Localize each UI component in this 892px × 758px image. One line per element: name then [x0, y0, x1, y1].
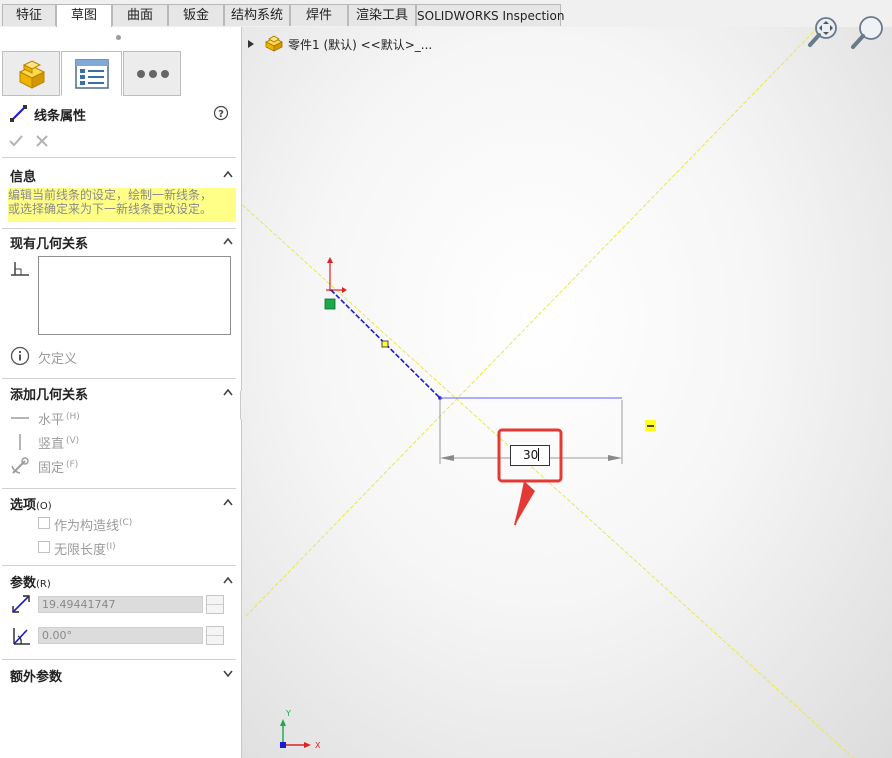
divider	[2, 659, 236, 660]
length-field[interactable]: 19.49441747	[38, 596, 203, 613]
more-icon	[137, 70, 169, 78]
svg-text:?: ?	[218, 109, 224, 120]
expand-arrow-icon[interactable]	[247, 40, 255, 48]
inference-line	[242, 203, 855, 758]
help-icon[interactable]: ?	[213, 105, 229, 121]
command-manager-tabs: 特征 草图 曲面 钣金 结构系统 焊件 渲染工具 SOLIDWORKS Insp…	[0, 0, 892, 28]
relations-list[interactable]	[38, 256, 231, 335]
vertical-shortcut: (V)	[66, 436, 80, 446]
infinite-length-checkbox[interactable]	[38, 541, 50, 553]
midpoint-marker	[381, 340, 389, 348]
cancel-x-icon[interactable]	[35, 134, 49, 148]
chevron-up-icon[interactable]	[223, 170, 233, 178]
chevron-up-icon[interactable]	[223, 237, 233, 245]
info-line-2: 或选择确定来为下一新线条更改设定。	[8, 202, 213, 216]
svg-text:X: X	[315, 741, 321, 750]
fix-label: 固定	[38, 461, 65, 476]
ok-check-icon[interactable]	[8, 134, 24, 148]
vertical-label: 竖直	[38, 437, 65, 452]
angle-spinner[interactable]	[206, 626, 224, 645]
tab-sheet-metal[interactable]: 钣金	[168, 4, 224, 26]
info-section-title: 信息	[10, 170, 37, 185]
tab-weldments[interactable]: 焊件	[290, 4, 348, 26]
part-tree-label[interactable]: 零件1 (默认) <<默认>_...	[288, 36, 432, 53]
divider	[2, 565, 236, 566]
info-line-1: 编辑当前线条的设定，绘制一新线条，	[8, 188, 213, 202]
angle-field[interactable]: 0.00°	[38, 627, 203, 644]
tab-surfaces[interactable]: 曲面	[112, 4, 168, 26]
panel-title: 线条属性	[34, 109, 87, 124]
line-icon	[10, 105, 27, 122]
parameters-label: 参数	[10, 576, 37, 591]
divider	[2, 488, 236, 489]
vertical-relation-button[interactable]: 竖直 (V)	[10, 433, 140, 452]
parameters-shortcut: (R)	[36, 579, 51, 590]
property-list-icon	[75, 59, 109, 89]
length-spinner[interactable]	[206, 595, 224, 614]
property-manager-tab[interactable]	[61, 51, 122, 96]
anchor-icon	[11, 457, 29, 474]
info-icon	[10, 346, 30, 366]
zoom-to-area-icon[interactable]	[847, 14, 887, 50]
construction-shortcut: (C)	[119, 518, 133, 528]
divider	[2, 228, 236, 229]
infinite-length-label: 无限长度	[54, 543, 107, 558]
info-message: 编辑当前线条的设定，绘制一新线条， 或选择确定来为下一新线条更改设定。	[8, 188, 236, 222]
construction-label: 作为构造线	[54, 519, 120, 534]
infinite-length-shortcut: (I)	[106, 542, 116, 552]
options-title: 选项(O)	[10, 494, 52, 513]
property-manager-panel: 线条属性 ? 信息 编辑当前线条的设定，绘制一新线条， 或选择确定来为下一新线条…	[0, 27, 242, 758]
fix-shortcut: (F)	[66, 460, 79, 470]
chevron-up-icon[interactable]	[223, 576, 233, 584]
chevron-down-icon[interactable]	[223, 670, 233, 678]
add-relations-title: 添加几何关系	[10, 388, 89, 403]
construction-checkbox[interactable]	[38, 517, 50, 529]
dimension-arrowhead	[608, 455, 622, 461]
additional-parameters-title: 额外参数	[10, 670, 63, 685]
tab-features[interactable]: 特征	[2, 4, 56, 26]
horizontal-relation-button[interactable]: 水平 (H)	[10, 409, 140, 428]
chevron-up-icon[interactable]	[223, 388, 233, 396]
dimension-value: 30	[523, 448, 539, 462]
existing-relations-title: 现有几何关系	[10, 237, 89, 252]
panel-grip[interactable]	[116, 35, 121, 40]
dimension-arrowhead	[440, 455, 454, 461]
origin-x-arrowhead	[342, 287, 347, 293]
fix-relation-button[interactable]: 固定 (F)	[10, 457, 140, 476]
divider	[2, 378, 236, 379]
angle-icon	[13, 628, 30, 645]
under-defined-status: 欠定义	[38, 352, 78, 367]
options-shortcut: (O)	[36, 501, 52, 512]
part-icon	[18, 60, 46, 89]
horizontal-label: 水平	[38, 413, 65, 428]
inference-line	[245, 27, 819, 617]
sketch-canvas[interactable]: Y X	[242, 27, 892, 758]
tab-structure-system[interactable]: 结构系统	[224, 4, 290, 26]
length-icon	[12, 595, 30, 613]
zoom-to-fit-icon[interactable]	[806, 14, 840, 48]
more-tabs[interactable]	[123, 51, 181, 96]
coincident-relation-icon	[324, 298, 336, 310]
options-label: 选项	[10, 498, 37, 513]
relations-icon	[11, 262, 29, 276]
text-cursor	[538, 448, 540, 461]
tab-solidworks-inspection[interactable]: SOLIDWORKS Inspection	[416, 4, 564, 26]
origin-y-arrowhead	[327, 257, 333, 263]
parameters-title: 参数(R)	[10, 572, 51, 591]
graphics-area[interactable]: Y X 30 零件1 (默认) <<默认>_...	[242, 16, 892, 758]
horizontal-shortcut: (H)	[66, 412, 80, 422]
svg-text:Y: Y	[285, 709, 291, 718]
chevron-up-icon[interactable]	[223, 498, 233, 506]
feature-manager-tab[interactable]	[2, 51, 60, 96]
horizontal-line-icon	[11, 417, 29, 419]
tab-sketch[interactable]: 草图	[56, 4, 112, 28]
part-icon	[265, 35, 283, 52]
divider	[2, 157, 236, 158]
dimension-value-input[interactable]: 30	[510, 445, 550, 466]
tab-render-tools[interactable]: 渲染工具	[348, 4, 416, 26]
vertical-line-icon	[19, 434, 21, 450]
